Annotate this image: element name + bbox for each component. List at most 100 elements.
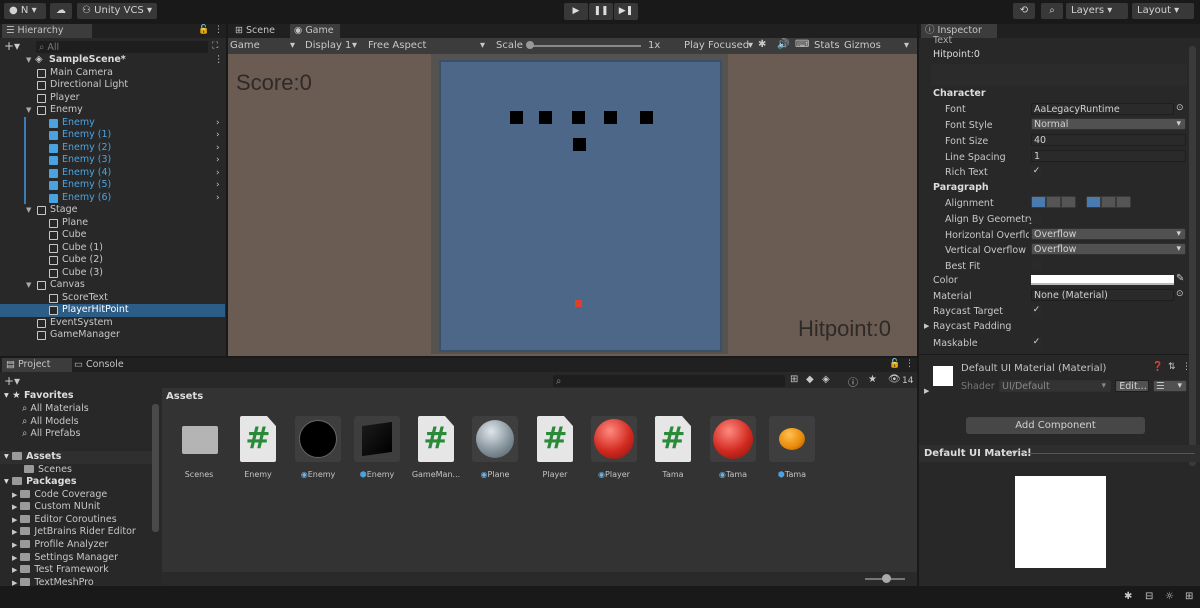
- favorite-item[interactable]: ⌕ All Models: [22, 416, 79, 429]
- hierarchy-item[interactable]: EventSystem: [0, 317, 225, 330]
- chevron-right-icon[interactable]: ›: [216, 117, 220, 130]
- tab-console[interactable]: ▭ Console: [70, 358, 132, 372]
- align-left-icon[interactable]: [1032, 197, 1045, 207]
- expand-arrow-icon[interactable]: ▼: [26, 279, 31, 292]
- shader-options-dropdown[interactable]: ☰: [1153, 380, 1187, 392]
- color-swatch[interactable]: [1031, 275, 1174, 285]
- favorite-item[interactable]: ⌕ All Prefabs: [22, 428, 80, 441]
- hierarchy-search-input[interactable]: ⌕ All: [36, 41, 208, 53]
- hierarchy-item[interactable]: ▼ Canvas: [0, 279, 225, 292]
- assets-tree-root[interactable]: ▾ Assets: [4, 451, 61, 464]
- cloud-icon[interactable]: ☁: [50, 3, 72, 19]
- package-item[interactable]: ▶ Code Coverage: [12, 489, 107, 502]
- scene-row[interactable]: ▼ ◈ SampleScene* ⋮: [0, 54, 225, 67]
- play-button[interactable]: ▶: [564, 3, 588, 20]
- asset-item[interactable]: Scenes: [174, 416, 224, 479]
- asset-item[interactable]: # Tama: [648, 416, 698, 479]
- object-picker-icon[interactable]: ⊙: [1176, 289, 1184, 299]
- hidden-packages-icon[interactable]: 👁: [888, 374, 901, 385]
- chevron-right-icon[interactable]: ›: [216, 142, 220, 155]
- hierarchy-item[interactable]: ScoreText: [0, 292, 225, 305]
- package-item[interactable]: ▶ Settings Manager: [12, 552, 118, 565]
- horizontal-overflow-dropdown[interactable]: Overflow: [1031, 228, 1186, 240]
- search-by-type-icon[interactable]: ⊞: [790, 374, 798, 385]
- bug-icon[interactable]: ✱: [1124, 591, 1132, 602]
- asset-item[interactable]: ◉Plane: [470, 416, 520, 479]
- hierarchy-item[interactable]: › Enemy (4): [0, 166, 225, 180]
- icon-size-slider-handle[interactable]: [882, 574, 891, 583]
- step-button[interactable]: ▶❚: [614, 3, 638, 20]
- tree-item[interactable]: Scenes: [24, 464, 72, 477]
- search-by-label-icon[interactable]: ◆: [806, 374, 814, 385]
- hierarchy-item[interactable]: Cube (3): [0, 267, 225, 280]
- history-icon[interactable]: ⟲: [1013, 3, 1035, 19]
- package-item[interactable]: ▶ Test Framework: [12, 564, 109, 577]
- hierarchy-item[interactable]: › Enemy (3): [0, 154, 225, 167]
- align-right-icon[interactable]: [1062, 197, 1075, 207]
- shader-edit-button[interactable]: Edit...: [1115, 380, 1149, 392]
- shortcuts-icon[interactable]: ⌨: [795, 39, 809, 50]
- hierarchy-item[interactable]: › Enemy (1): [0, 129, 225, 142]
- scale-slider-handle[interactable]: [526, 41, 534, 49]
- expand-arrow-icon[interactable]: ▶: [924, 322, 929, 330]
- aspect-dropdown[interactable]: Free Aspect: [368, 40, 426, 51]
- rich-text-checkbox[interactable]: ✓: [1031, 166, 1042, 177]
- hierarchy-item[interactable]: Plane: [0, 217, 225, 230]
- asset-item[interactable]: # Enemy: [233, 416, 283, 479]
- expand-arrow-icon[interactable]: ▼: [26, 104, 31, 117]
- display-dropdown[interactable]: Display 1: [305, 40, 351, 51]
- hierarchy-item[interactable]: Player: [0, 92, 225, 105]
- help-icon[interactable]: ❓: [1152, 362, 1163, 372]
- hierarchy-item[interactable]: Cube: [0, 229, 225, 242]
- hierarchy-item[interactable]: › Enemy (5): [0, 179, 225, 192]
- scale-slider[interactable]: [528, 45, 641, 47]
- chevron-right-icon[interactable]: ›: [216, 192, 220, 205]
- hierarchy-item[interactable]: Cube (2): [0, 254, 225, 267]
- tab-hierarchy[interactable]: ☰ Hierarchy: [2, 24, 92, 38]
- tab-project[interactable]: ▤ Project: [2, 358, 72, 372]
- preset-icon[interactable]: ⇅: [1168, 362, 1176, 372]
- menu-icon[interactable]: ⋮: [214, 25, 223, 35]
- hierarchy-item[interactable]: ▼ Stage: [0, 204, 225, 217]
- shader-dropdown[interactable]: UI/Default: [999, 380, 1111, 392]
- favorite-item[interactable]: ⌕ All Materials: [22, 403, 89, 416]
- eyedropper-icon[interactable]: ✎: [1176, 273, 1184, 284]
- best-fit-checkbox[interactable]: [1031, 260, 1042, 271]
- chevron-right-icon[interactable]: ›: [216, 129, 220, 142]
- favorites-header[interactable]: ▾ ★ Favorites: [4, 390, 74, 403]
- asset-item[interactable]: ◉Tama: [708, 416, 758, 479]
- gizmos-dropdown[interactable]: Gizmos: [844, 40, 881, 51]
- hierarchy-item[interactable]: PlayerHitPoint: [0, 304, 225, 317]
- asset-item[interactable]: ◉Player: [589, 416, 639, 479]
- packages-tree-root[interactable]: ▾ Packages: [4, 476, 76, 489]
- cache-icon[interactable]: ⊟: [1145, 591, 1153, 602]
- tab-game[interactable]: ◉ Game: [290, 24, 340, 38]
- align-geometry-checkbox[interactable]: [1031, 213, 1042, 224]
- text-area[interactable]: [931, 64, 1187, 86]
- tab-scene[interactable]: ⊞ Scene: [231, 24, 281, 38]
- pause-button[interactable]: ❚❚: [589, 3, 613, 20]
- inspector-scrollbar[interactable]: [1189, 46, 1196, 466]
- chevron-right-icon[interactable]: ›: [216, 167, 220, 180]
- menu-icon[interactable]: ⋮: [1182, 362, 1191, 372]
- menu-icon[interactable]: ⋮: [905, 359, 914, 369]
- line-spacing-field[interactable]: 1: [1031, 150, 1186, 162]
- tree-scrollbar[interactable]: [152, 404, 159, 532]
- lighting-icon[interactable]: ☼: [1165, 591, 1174, 602]
- material-field[interactable]: None (Material): [1031, 289, 1174, 301]
- align-middle-icon[interactable]: [1102, 197, 1115, 207]
- maskable-checkbox[interactable]: ✓: [1031, 337, 1042, 348]
- play-mode-dropdown[interactable]: Play Focused: [684, 40, 749, 51]
- hierarchy-item[interactable]: Cube (1): [0, 242, 225, 255]
- raycast-target-checkbox[interactable]: ✓: [1031, 305, 1042, 316]
- font-size-field[interactable]: 40: [1031, 134, 1186, 146]
- chevron-right-icon[interactable]: ›: [216, 179, 220, 192]
- package-item[interactable]: ▶ JetBrains Rider Editor: [12, 526, 136, 539]
- chevron-right-icon[interactable]: ›: [216, 154, 220, 167]
- raycast-padding-label[interactable]: Raycast Padding: [933, 320, 1011, 333]
- vcs-dropdown[interactable]: ⚇ Unity VCS ▾: [77, 3, 157, 19]
- align-top-icon[interactable]: [1087, 197, 1100, 207]
- align-center-icon[interactable]: [1047, 197, 1060, 207]
- assets-breadcrumb[interactable]: Assets: [166, 391, 203, 402]
- package-item[interactable]: ▶ Editor Coroutines: [12, 514, 117, 527]
